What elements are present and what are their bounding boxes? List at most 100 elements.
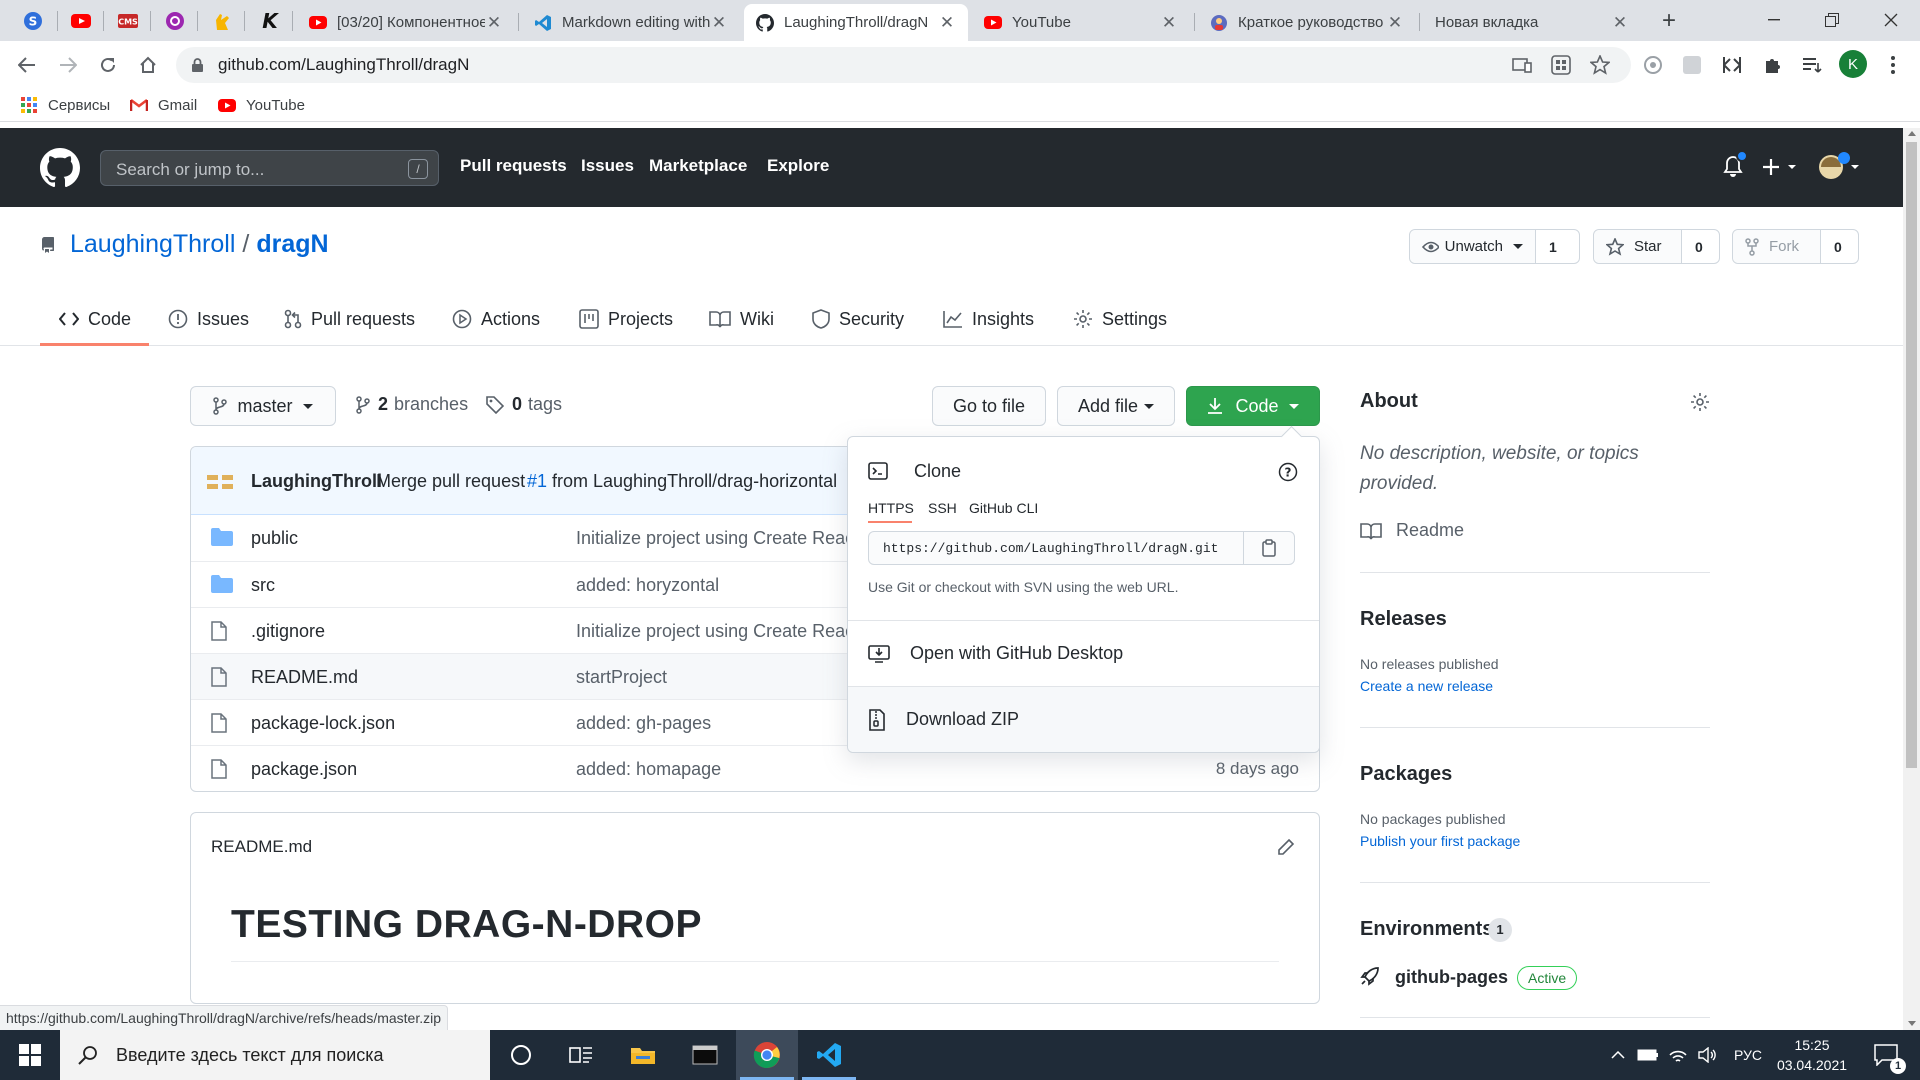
releases-heading[interactable]: Releases — [1360, 608, 1447, 631]
bookmark-services[interactable]: Сервисы — [20, 94, 110, 116]
repo-owner-link[interactable]: LaughingThroll — [70, 230, 235, 259]
file-commit-message[interactable]: added: horyzontal — [576, 575, 719, 596]
taskbar-clock[interactable]: 15:25 03.04.2021 — [1772, 1030, 1852, 1080]
create-release-link[interactable]: Create a new release — [1360, 678, 1493, 694]
bookmark-gmail[interactable]: Gmail — [130, 94, 197, 116]
extension-grey-icon[interactable] — [1679, 52, 1705, 78]
tab-projects[interactable]: Projects — [579, 306, 673, 332]
action-center-icon[interactable]: 1 — [1866, 1030, 1906, 1080]
commit-message-rest[interactable]: from LaughingThroll/drag-horizontal — [552, 471, 837, 492]
repo-name-link[interactable]: dragN — [256, 230, 328, 259]
scroll-down-arrow-icon[interactable] — [1908, 1021, 1916, 1026]
forward-icon[interactable] — [55, 52, 81, 78]
tags-link[interactable]: 0 tags — [486, 394, 562, 415]
commit-author-link[interactable]: LaughingThroll — [251, 471, 382, 492]
file-commit-message[interactable]: startProject — [576, 667, 667, 688]
file-name-link[interactable]: src — [251, 575, 275, 596]
file-commit-message[interactable]: added: gh-pages — [576, 713, 711, 734]
download-zip-item[interactable]: Download ZIP — [848, 686, 1319, 752]
nav-explore[interactable]: Explore — [767, 156, 829, 176]
tab-2-active[interactable]: LaughingThroll/dragN ✕ — [744, 4, 968, 41]
watch-count[interactable]: 1 — [1536, 230, 1570, 263]
pinned-tab-hand[interactable] — [209, 8, 235, 34]
packages-heading[interactable]: Packages — [1360, 763, 1452, 786]
star-button[interactable]: Star 0 — [1593, 229, 1720, 264]
taskbar-search-input[interactable]: Введите здесь текст для поиска — [60, 1030, 490, 1080]
extension-sync-icon[interactable] — [1640, 52, 1666, 78]
home-icon[interactable] — [135, 52, 161, 78]
github-logo-icon[interactable] — [40, 148, 80, 188]
code-dropdown-button[interactable]: Code — [1186, 386, 1320, 426]
tab-wiki[interactable]: Wiki — [709, 306, 774, 332]
commit-message[interactable]: Merge pull request — [376, 471, 525, 492]
github-search-input[interactable]: Search or jump to... / — [100, 150, 439, 186]
close-icon[interactable]: ✕ — [1160, 13, 1178, 32]
tab-pull-requests[interactable]: Pull requests — [284, 306, 415, 332]
tab-0[interactable]: [03/20] Компонентное ✕ — [297, 4, 515, 41]
close-icon[interactable]: ✕ — [710, 13, 728, 32]
restore-icon[interactable] — [1803, 0, 1861, 40]
input-language-indicator[interactable]: РУС — [1730, 1030, 1766, 1080]
watch-button[interactable]: Unwatch 1 — [1409, 229, 1580, 264]
tab-4[interactable]: Краткое руководство ✕ — [1198, 4, 1416, 41]
publish-package-link[interactable]: Publish your first package — [1360, 833, 1520, 849]
scroll-up-arrow-icon[interactable] — [1908, 131, 1916, 136]
pinned-tab-youtube[interactable] — [68, 8, 94, 34]
copy-url-button[interactable] — [1243, 531, 1295, 565]
wifi-icon[interactable] — [1664, 1030, 1692, 1080]
add-file-button[interactable]: Add file — [1057, 386, 1175, 426]
fork-count[interactable]: 0 — [1821, 230, 1855, 263]
tab-code[interactable]: Code — [59, 306, 131, 332]
bookmark-youtube[interactable]: YouTube — [218, 94, 305, 116]
pinned-tab-cms[interactable]: CMS — [115, 8, 141, 34]
tab-insights[interactable]: Insights — [943, 306, 1034, 332]
branch-select-button[interactable]: master — [190, 386, 336, 426]
scroll-thumb[interactable] — [1906, 142, 1917, 768]
close-icon[interactable]: ✕ — [938, 13, 956, 32]
volume-icon[interactable] — [1694, 1030, 1722, 1080]
pinned-tab-podcast[interactable] — [162, 8, 188, 34]
cortana-icon[interactable] — [490, 1030, 552, 1080]
branches-link[interactable]: 2 branches — [356, 394, 468, 415]
nav-pull-requests[interactable]: Pull requests — [460, 156, 567, 176]
nav-marketplace[interactable]: Marketplace — [649, 156, 747, 176]
gear-icon[interactable] — [1690, 392, 1710, 412]
address-bar[interactable]: github.com/LaughingThroll/dragN — [176, 47, 1631, 83]
battery-icon[interactable] — [1634, 1030, 1662, 1080]
commit-pr-link[interactable]: #1 — [527, 471, 547, 492]
create-new-plus-icon[interactable] — [1763, 158, 1801, 176]
file-explorer-icon[interactable] — [612, 1030, 674, 1080]
window-close-icon[interactable] — [1862, 0, 1920, 40]
user-avatar-menu[interactable] — [1818, 152, 1862, 182]
tab-1[interactable]: Markdown editing with ✕ — [522, 4, 740, 41]
start-button[interactable] — [0, 1030, 60, 1080]
tab-settings[interactable]: Settings — [1073, 306, 1167, 332]
tab-5[interactable]: Новая вкладка ✕ — [1423, 4, 1641, 41]
extensions-puzzle-icon[interactable] — [1759, 52, 1785, 78]
readme-link[interactable]: Readme — [1360, 520, 1464, 541]
file-name-link[interactable]: public — [251, 528, 298, 549]
reload-icon[interactable] — [95, 52, 121, 78]
tray-chevron-icon[interactable] — [1604, 1030, 1632, 1080]
nav-issues[interactable]: Issues — [581, 156, 634, 176]
question-help-icon[interactable]: ? — [1278, 462, 1298, 482]
new-tab-icon[interactable]: + — [1656, 7, 1682, 34]
clone-tab-https[interactable]: HTTPS — [868, 500, 914, 516]
star-count[interactable]: 0 — [1682, 230, 1716, 263]
profile-avatar[interactable]: K — [1839, 50, 1867, 78]
close-icon[interactable]: ✕ — [1386, 13, 1404, 32]
extension-bracket-icon[interactable] — [1719, 52, 1745, 78]
pencil-edit-icon[interactable] — [1277, 838, 1295, 856]
clone-tab-ssh[interactable]: SSH — [928, 500, 957, 516]
tab-security[interactable]: Security — [812, 306, 904, 332]
task-view-icon[interactable] — [550, 1030, 612, 1080]
back-icon[interactable] — [14, 52, 40, 78]
open-github-desktop-item[interactable]: Open with GitHub Desktop — [848, 620, 1319, 686]
terminal-app-icon[interactable] — [674, 1030, 736, 1080]
reading-list-icon[interactable] — [1799, 52, 1825, 78]
clone-url-input[interactable]: https://github.com/LaughingThroll/dragN.… — [868, 531, 1244, 565]
vscode-taskbar-icon[interactable] — [798, 1030, 860, 1080]
environments-heading[interactable]: Environments — [1360, 918, 1493, 941]
close-icon[interactable]: ✕ — [1611, 13, 1629, 32]
file-name-link[interactable]: package.json — [251, 759, 357, 780]
